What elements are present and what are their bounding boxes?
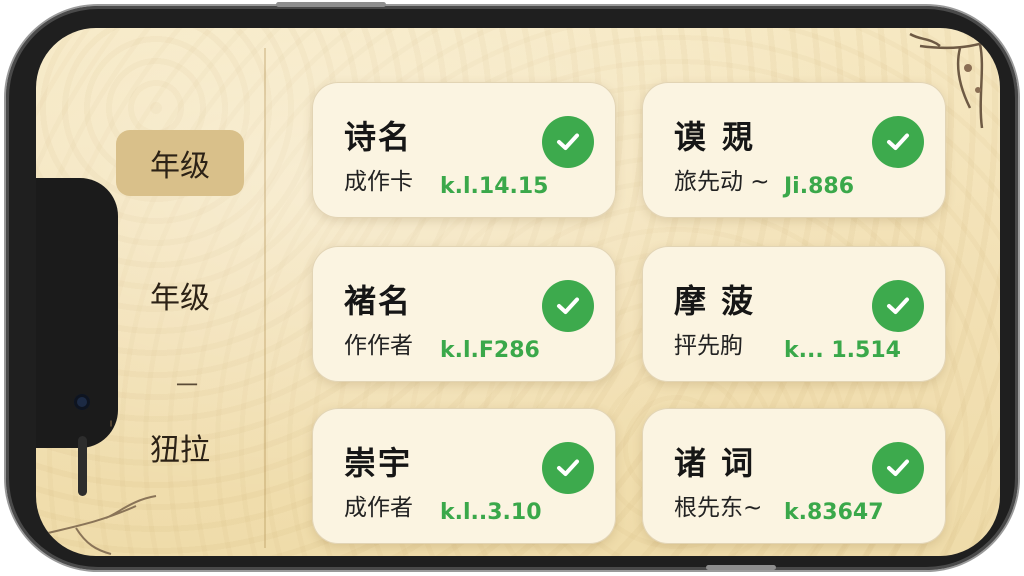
card-title: 摩 菠 — [674, 282, 756, 320]
card-subtitle: 成作者 — [344, 495, 413, 521]
card-subtitle: 抨先朐 — [674, 333, 743, 359]
poem-card[interactable]: 崇宇 成作者 k.l..3.10 — [312, 408, 616, 544]
sidebar-divider — [264, 48, 266, 548]
checkmark-icon[interactable] — [872, 280, 924, 332]
sidebar: 年级 年级 一 ' 狃拉 — [36, 28, 264, 556]
sidebar-item-label: 狃拉 — [150, 433, 210, 468]
poem-card[interactable]: 诗名 成作卡 k.l.14.15 — [312, 82, 616, 218]
checkmark-icon[interactable] — [872, 116, 924, 168]
card-title: 诗名 — [344, 118, 413, 156]
app-screen: 年级 年级 一 ' 狃拉 诗名 成作卡 k.l.14.15 谟 覝 旅先动 ~ … — [36, 28, 1000, 556]
sidebar-item-grade[interactable]: 年级 — [116, 262, 244, 328]
card-subtitle: 作作者 — [344, 333, 413, 359]
sidebar-item-grade-active[interactable]: 年级 — [116, 130, 244, 196]
checkmark-icon[interactable] — [542, 442, 594, 494]
checkmark-icon[interactable] — [872, 442, 924, 494]
volume-button — [276, 2, 386, 7]
card-subtitle: 根先东~ — [674, 495, 763, 521]
power-button — [706, 565, 776, 570]
sidebar-item-label: 年级 — [150, 281, 210, 316]
card-subtitle: 成作卡 — [344, 169, 413, 195]
card-score: k... 1.514 — [784, 338, 901, 363]
sidebar-mark: ' — [108, 418, 115, 443]
card-score: k.83647 — [784, 500, 884, 525]
card-title: 崇宇 — [344, 444, 413, 482]
poem-card[interactable]: 谟 覝 旅先动 ~ Ji.886 — [642, 82, 946, 218]
card-title: 谟 覝 — [674, 118, 756, 156]
sidebar-item-label: 年级 — [150, 149, 210, 184]
checkmark-icon[interactable] — [542, 280, 594, 332]
card-title: 褚名 — [344, 282, 413, 320]
checkmark-icon[interactable] — [542, 116, 594, 168]
card-score: k.l..3.10 — [440, 500, 542, 525]
card-score: k.l.F286 — [440, 338, 540, 363]
card-score: k.l.14.15 — [440, 174, 549, 199]
poem-card[interactable]: 摩 菠 抨先朐 k... 1.514 — [642, 246, 946, 382]
poem-card[interactable]: 诸 词 根先东~ k.83647 — [642, 408, 946, 544]
card-score: Ji.886 — [784, 174, 855, 199]
card-title: 诸 词 — [674, 444, 756, 482]
sidebar-mark: 一 — [176, 374, 199, 399]
sidebar-item-pull[interactable]: 狃拉 — [116, 414, 244, 480]
phone-frame: 年级 年级 一 ' 狃拉 诗名 成作卡 k.l.14.15 谟 覝 旅先动 ~ … — [6, 2, 1018, 570]
card-subtitle: 旅先动 ~ — [674, 169, 770, 195]
poem-card[interactable]: 褚名 作作者 k.l.F286 — [312, 246, 616, 382]
